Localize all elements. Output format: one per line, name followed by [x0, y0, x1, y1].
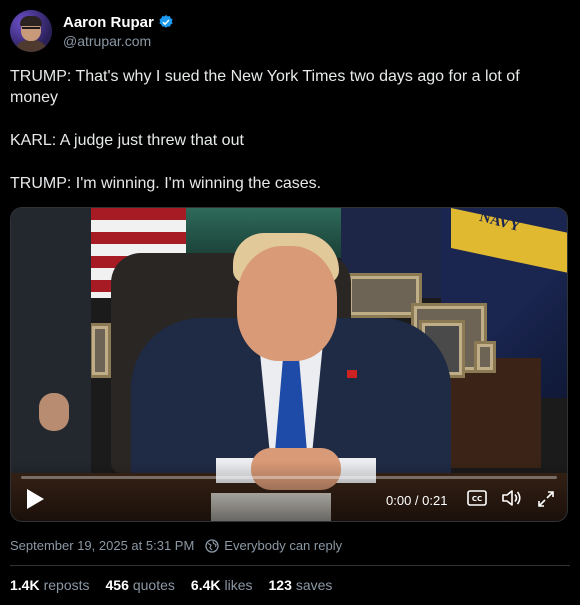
- reply-setting: Everybody can reply: [224, 538, 343, 553]
- stat-value: 6.4K: [190, 577, 221, 593]
- post-timestamp[interactable]: September 19, 2025 at 5:31 PM: [10, 538, 194, 553]
- play-icon[interactable]: [25, 488, 45, 510]
- video-time: 0:00 / 0:21: [386, 493, 448, 508]
- post-header: Aaron Rupar @atrupar.com: [10, 10, 174, 52]
- fullscreen-icon[interactable]: [537, 490, 555, 508]
- stat-value: 456: [105, 577, 129, 593]
- video-player[interactable]: NAVY 0:00 / 0:21 CC: [10, 207, 568, 522]
- stat-quotes[interactable]: 456 quotes: [106, 577, 175, 593]
- verified-badge-icon: [159, 15, 173, 28]
- stat-value: 123: [268, 577, 292, 593]
- author-handle[interactable]: @atrupar.com: [63, 33, 174, 49]
- stat-saves[interactable]: 123 saves: [269, 577, 333, 593]
- post-line: TRUMP: I'm winning. I'm winning the case…: [10, 175, 322, 192]
- video-progress-bar[interactable]: [21, 476, 557, 479]
- stat-label: quotes: [132, 577, 175, 593]
- stat-value: 1.4K: [10, 577, 40, 593]
- volume-icon[interactable]: [501, 489, 523, 507]
- author-display-name[interactable]: Aaron Rupar: [63, 14, 154, 31]
- stat-likes[interactable]: 6.4K likes: [191, 577, 253, 593]
- captions-icon[interactable]: CC: [467, 490, 487, 506]
- post-text: TRUMP: That's why I sued the New York Ti…: [10, 66, 570, 194]
- stat-label: reposts: [43, 577, 90, 593]
- stat-label: saves: [295, 577, 333, 593]
- post-meta: September 19, 2025 at 5:31 PM Everybody …: [10, 538, 342, 553]
- author-info: Aaron Rupar @atrupar.com: [63, 14, 174, 49]
- svg-text:CC: CC: [472, 495, 482, 503]
- globe-icon: [205, 538, 219, 553]
- divider: [10, 565, 570, 566]
- post-line: KARL: A judge just threw that out: [10, 132, 244, 149]
- stat-label: likes: [224, 577, 253, 593]
- post-line: TRUMP: That's why I sued the New York Ti…: [10, 68, 520, 106]
- stat-reposts[interactable]: 1.4K reposts: [10, 577, 90, 593]
- avatar[interactable]: [10, 10, 52, 52]
- engagement-stats: 1.4K reposts 456 quotes 6.4K likes 123 s…: [10, 577, 348, 593]
